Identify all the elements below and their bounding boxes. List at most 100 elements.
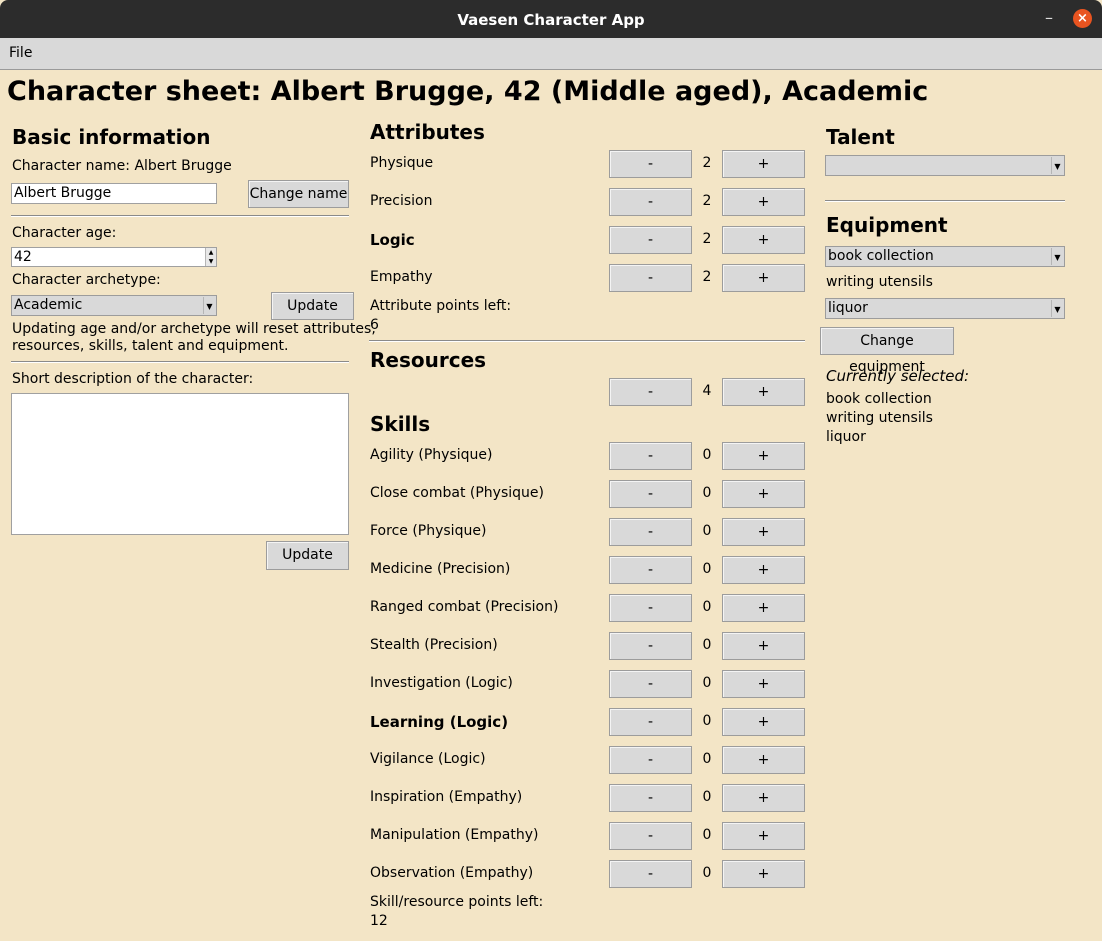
attribute-minus-button[interactable]: - <box>609 150 692 178</box>
spin-up-icon[interactable]: ▲ <box>205 248 216 257</box>
selected-item: writing utensils <box>826 410 933 426</box>
attribute-points-value: 6 <box>370 317 379 333</box>
equipment-select-2[interactable]: liquor ▼ <box>825 298 1065 319</box>
skill-plus-button[interactable]: + <box>722 784 805 812</box>
skill-plus-button[interactable]: + <box>722 746 805 774</box>
talent-select[interactable]: ▼ <box>825 155 1065 176</box>
skill-plus-button[interactable]: + <box>722 670 805 698</box>
chevron-down-icon: ▼ <box>203 297 215 314</box>
description-label: Short description of the character: <box>12 371 254 387</box>
attribute-label-precision: Precision <box>370 193 433 209</box>
skill-plus-button[interactable]: + <box>722 480 805 508</box>
age-spinbox[interactable]: 42 ▲ ▼ <box>11 247 217 267</box>
skill-label-manipulation-empathy: Manipulation (Empathy) <box>370 827 539 843</box>
attribute-plus-button[interactable]: + <box>722 226 805 254</box>
spin-down-icon[interactable]: ▼ <box>205 257 216 266</box>
chevron-down-icon: ▼ <box>1051 248 1063 265</box>
attribute-plus-button[interactable]: + <box>722 188 805 216</box>
update-archetype-button[interactable]: Update <box>271 292 354 320</box>
attribute-label-logic: Logic <box>370 231 415 249</box>
attribute-minus-button[interactable]: - <box>609 226 692 254</box>
equipment-heading: Equipment <box>826 213 948 237</box>
chevron-down-icon: ▼ <box>1051 157 1063 174</box>
character-age-label: Character age: <box>12 225 117 241</box>
page-title: Character sheet: Albert Brugge, 42 (Midd… <box>7 76 929 107</box>
resources-minus-button[interactable]: - <box>609 378 692 406</box>
skill-value: 0 <box>702 865 712 881</box>
skill-value: 0 <box>702 485 712 501</box>
skill-minus-button[interactable]: - <box>609 784 692 812</box>
skill-minus-button[interactable]: - <box>609 632 692 660</box>
skill-label-medicine-precision: Medicine (Precision) <box>370 561 511 577</box>
skill-minus-button[interactable]: - <box>609 746 692 774</box>
skill-label-vigilance-logic: Vigilance (Logic) <box>370 751 486 767</box>
skill-minus-button[interactable]: - <box>609 556 692 584</box>
skill-minus-button[interactable]: - <box>609 480 692 508</box>
attributes-heading: Attributes <box>370 120 485 144</box>
equipment-select-1-value: book collection <box>828 248 934 264</box>
name-input[interactable]: Albert Brugge <box>11 183 217 204</box>
skill-minus-button[interactable]: - <box>609 670 692 698</box>
attribute-label-physique: Physique <box>370 155 434 171</box>
archetype-value: Academic <box>14 297 83 313</box>
equipment-select-1[interactable]: book collection ▼ <box>825 246 1065 267</box>
skill-value: 0 <box>702 713 712 729</box>
resources-plus-button[interactable]: + <box>722 378 805 406</box>
skill-minus-button[interactable]: - <box>609 708 692 736</box>
skill-plus-button[interactable]: + <box>722 860 805 888</box>
skill-minus-button[interactable]: - <box>609 594 692 622</box>
equipment-fixed-item: writing utensils <box>826 274 933 290</box>
character-name-label: Character name: Albert Brugge <box>12 158 232 174</box>
skill-value: 0 <box>702 637 712 653</box>
skill-plus-button[interactable]: + <box>722 594 805 622</box>
menu-bar: File <box>0 38 1102 70</box>
reset-warning-line1: Updating age and/or archetype will reset… <box>12 321 376 337</box>
skill-value: 0 <box>702 675 712 691</box>
skill-plus-button[interactable]: + <box>722 556 805 584</box>
skill-value: 0 <box>702 523 712 539</box>
separator <box>11 361 349 363</box>
separator <box>825 200 1065 202</box>
separator <box>11 215 349 217</box>
update-description-button[interactable]: Update <box>266 541 349 570</box>
menu-file[interactable]: File <box>9 45 32 61</box>
skill-minus-button[interactable]: - <box>609 822 692 850</box>
skill-value: 0 <box>702 751 712 767</box>
skill-plus-button[interactable]: + <box>722 822 805 850</box>
skill-label-inspiration-empathy: Inspiration (Empathy) <box>370 789 523 805</box>
close-icon[interactable]: × <box>1073 9 1092 28</box>
selected-item: liquor <box>826 429 866 445</box>
skill-plus-button[interactable]: + <box>722 632 805 660</box>
skill-label-stealth-precision: Stealth (Precision) <box>370 637 498 653</box>
skill-label-force-physique: Force (Physique) <box>370 523 487 539</box>
talent-heading: Talent <box>826 125 895 149</box>
resources-heading: Resources <box>370 348 487 372</box>
skill-plus-button[interactable]: + <box>722 518 805 546</box>
skill-label-close-combat-physique: Close combat (Physique) <box>370 485 544 501</box>
attribute-plus-button[interactable]: + <box>722 150 805 178</box>
skill-value: 0 <box>702 447 712 463</box>
attribute-label-empathy: Empathy <box>370 269 433 285</box>
basic-info-heading: Basic information <box>12 125 211 149</box>
skill-minus-button[interactable]: - <box>609 442 692 470</box>
change-equipment-button[interactable]: Change equipment <box>820 327 954 375</box>
attribute-value: 2 <box>702 231 712 247</box>
title-bar: Vaesen Character App – × <box>0 0 1102 38</box>
minimize-icon[interactable]: – <box>1040 8 1058 28</box>
description-textarea[interactable] <box>11 393 349 535</box>
change-name-button[interactable]: Change name <box>248 180 349 208</box>
attribute-minus-button[interactable]: - <box>609 264 692 292</box>
chevron-down-icon: ▼ <box>1051 300 1063 317</box>
skill-value: 0 <box>702 561 712 577</box>
skill-label-agility-physique: Agility (Physique) <box>370 447 493 463</box>
skill-minus-button[interactable]: - <box>609 860 692 888</box>
attribute-value: 2 <box>702 269 712 285</box>
skill-plus-button[interactable]: + <box>722 442 805 470</box>
attribute-minus-button[interactable]: - <box>609 188 692 216</box>
skill-plus-button[interactable]: + <box>722 708 805 736</box>
equipment-select-2-value: liquor <box>828 300 868 316</box>
archetype-select[interactable]: Academic ▼ <box>11 295 217 316</box>
attribute-plus-button[interactable]: + <box>722 264 805 292</box>
skill-minus-button[interactable]: - <box>609 518 692 546</box>
skills-heading: Skills <box>370 412 431 436</box>
